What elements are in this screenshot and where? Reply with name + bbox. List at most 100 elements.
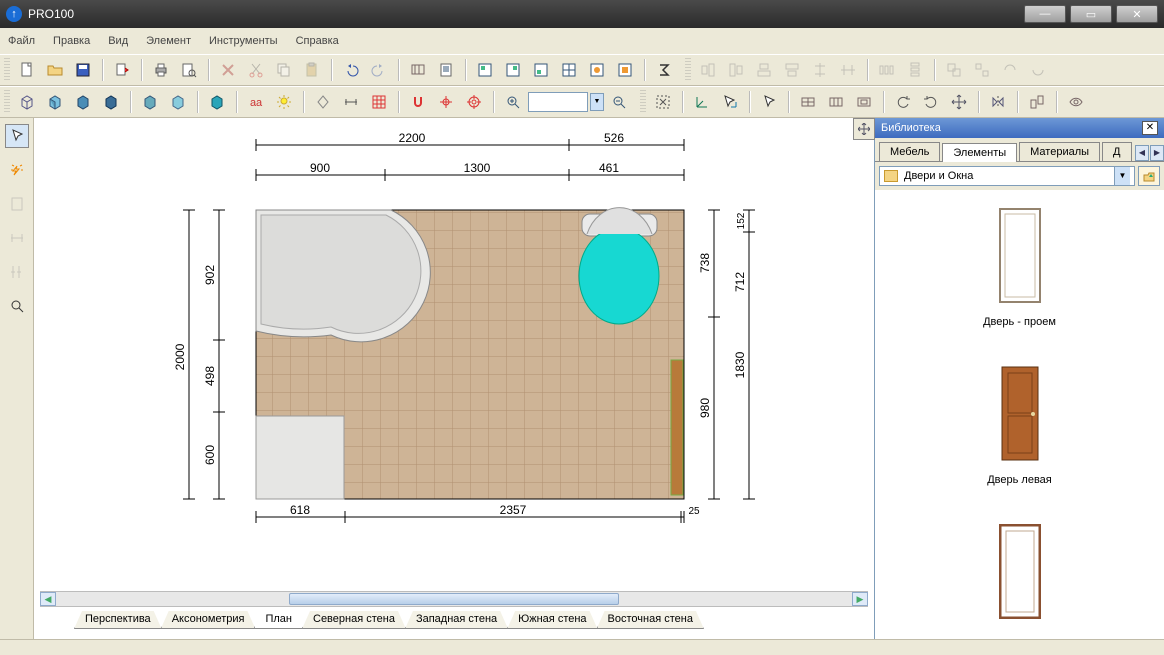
dim-line-button[interactable]: [338, 89, 364, 115]
mirror-button[interactable]: [985, 89, 1011, 115]
zoom-in-button[interactable]: [500, 89, 526, 115]
view-1-button[interactable]: [472, 57, 498, 83]
move-button[interactable]: [946, 89, 972, 115]
tool-a-button[interactable]: [405, 57, 431, 83]
minimize-button[interactable]: —: [1024, 5, 1066, 23]
tab-east[interactable]: Восточная стена: [597, 611, 704, 629]
diamond-button[interactable]: [310, 89, 336, 115]
light-tool[interactable]: [5, 158, 29, 182]
view-2-button[interactable]: [500, 57, 526, 83]
tab-north[interactable]: Северная стена: [302, 611, 406, 629]
misc-1-button[interactable]: [997, 57, 1023, 83]
target-button[interactable]: [461, 89, 487, 115]
select-arrow-button[interactable]: [756, 89, 782, 115]
ungroup-button[interactable]: [969, 57, 995, 83]
delete-button[interactable]: [215, 57, 241, 83]
sum-button[interactable]: [651, 57, 677, 83]
library-up-button[interactable]: [1138, 166, 1160, 186]
cut-button[interactable]: [243, 57, 269, 83]
report-button[interactable]: [433, 57, 459, 83]
text-button[interactable]: aa: [243, 89, 269, 115]
last-tool-button[interactable]: [1063, 89, 1089, 115]
menu-view[interactable]: Вид: [108, 35, 128, 47]
zoom-dropdown[interactable]: ▼: [590, 93, 604, 111]
scroll-left-button[interactable]: ◀: [40, 592, 56, 606]
dist-2-button[interactable]: [902, 57, 928, 83]
copy-arr-button[interactable]: [1024, 89, 1050, 115]
library-item[interactable]: Дверь левая: [879, 358, 1160, 486]
misc-2-button[interactable]: [1025, 57, 1051, 83]
cube-shade-1-button[interactable]: [42, 89, 68, 115]
scroll-right-button[interactable]: ▶: [852, 592, 868, 606]
align-6-button[interactable]: [835, 57, 861, 83]
light-button[interactable]: [271, 89, 297, 115]
canvas-area[interactable]: 2200 526 900 1300 461 2000: [34, 118, 874, 639]
align-5-button[interactable]: [807, 57, 833, 83]
undo-button[interactable]: [338, 57, 364, 83]
cursor-axis-button[interactable]: [717, 89, 743, 115]
wall-3-button[interactable]: [851, 89, 877, 115]
cube-shade-2-button[interactable]: [70, 89, 96, 115]
cube-shade-3-button[interactable]: [98, 89, 124, 115]
scroll-thumb[interactable]: [289, 593, 619, 605]
library-item[interactable]: Дверь - проем: [879, 200, 1160, 328]
fit-button[interactable]: [650, 89, 676, 115]
dim-v-tool[interactable]: [5, 260, 29, 284]
cube-tex-button[interactable]: [204, 89, 230, 115]
combo-dropdown-icon[interactable]: ▼: [1114, 167, 1130, 185]
lib-tabs-prev[interactable]: ◀: [1135, 145, 1149, 161]
lib-tab-furniture[interactable]: Мебель: [879, 142, 940, 161]
maximize-button[interactable]: ▭: [1070, 5, 1112, 23]
menu-edit[interactable]: Правка: [53, 35, 90, 47]
paste-button[interactable]: [299, 57, 325, 83]
tab-west[interactable]: Западная стена: [405, 611, 508, 629]
select-tool[interactable]: [5, 124, 29, 148]
copy-button[interactable]: [271, 57, 297, 83]
print-preview-button[interactable]: [176, 57, 202, 83]
wall-1-button[interactable]: [795, 89, 821, 115]
view-4-button[interactable]: [556, 57, 582, 83]
cube-shade-4-button[interactable]: [137, 89, 163, 115]
view-3-button[interactable]: [528, 57, 554, 83]
tab-perspective[interactable]: Перспектива: [74, 611, 162, 629]
snap-1-button[interactable]: [405, 89, 431, 115]
open-file-button[interactable]: [42, 57, 68, 83]
tab-south[interactable]: Южная стена: [507, 611, 597, 629]
menu-file[interactable]: Файл: [8, 35, 35, 47]
align-2-button[interactable]: [723, 57, 749, 83]
tab-plan[interactable]: План: [254, 611, 303, 629]
save-file-button[interactable]: [70, 57, 96, 83]
align-3-button[interactable]: [751, 57, 777, 83]
lib-tabs-next[interactable]: ▶: [1150, 145, 1164, 161]
tab-axonometry[interactable]: Аксонометрия: [161, 611, 256, 629]
axis-button[interactable]: [689, 89, 715, 115]
align-4-button[interactable]: [779, 57, 805, 83]
library-item[interactable]: [879, 516, 1160, 632]
view-5-button[interactable]: [584, 57, 610, 83]
zoom-input[interactable]: [528, 92, 588, 112]
snap-2-button[interactable]: [433, 89, 459, 115]
grid-button[interactable]: [366, 89, 392, 115]
import-button[interactable]: [109, 57, 135, 83]
menu-help[interactable]: Справка: [296, 35, 339, 47]
dist-1-button[interactable]: [874, 57, 900, 83]
redo-button[interactable]: [366, 57, 392, 83]
wall-tool[interactable]: [5, 192, 29, 216]
menu-tools[interactable]: Инструменты: [209, 35, 278, 47]
wall-2-button[interactable]: [823, 89, 849, 115]
close-button[interactable]: ✕: [1116, 5, 1158, 23]
align-1-button[interactable]: [695, 57, 721, 83]
dim-tool[interactable]: [5, 226, 29, 250]
horizontal-scrollbar[interactable]: ◀ ▶: [40, 591, 868, 607]
library-folder-combo[interactable]: Двери и Окна ▼: [879, 166, 1135, 186]
lib-tab-more[interactable]: Д: [1102, 142, 1131, 161]
rotate-2-button[interactable]: [918, 89, 944, 115]
zoom-out-button[interactable]: [606, 89, 632, 115]
cube-shade-5-button[interactable]: [165, 89, 191, 115]
lib-tab-elements[interactable]: Элементы: [942, 143, 1017, 162]
print-button[interactable]: [148, 57, 174, 83]
library-close-button[interactable]: ✕: [1142, 121, 1158, 135]
new-file-button[interactable]: [14, 57, 40, 83]
library-move-handle[interactable]: [853, 118, 875, 140]
view-6-button[interactable]: [612, 57, 638, 83]
